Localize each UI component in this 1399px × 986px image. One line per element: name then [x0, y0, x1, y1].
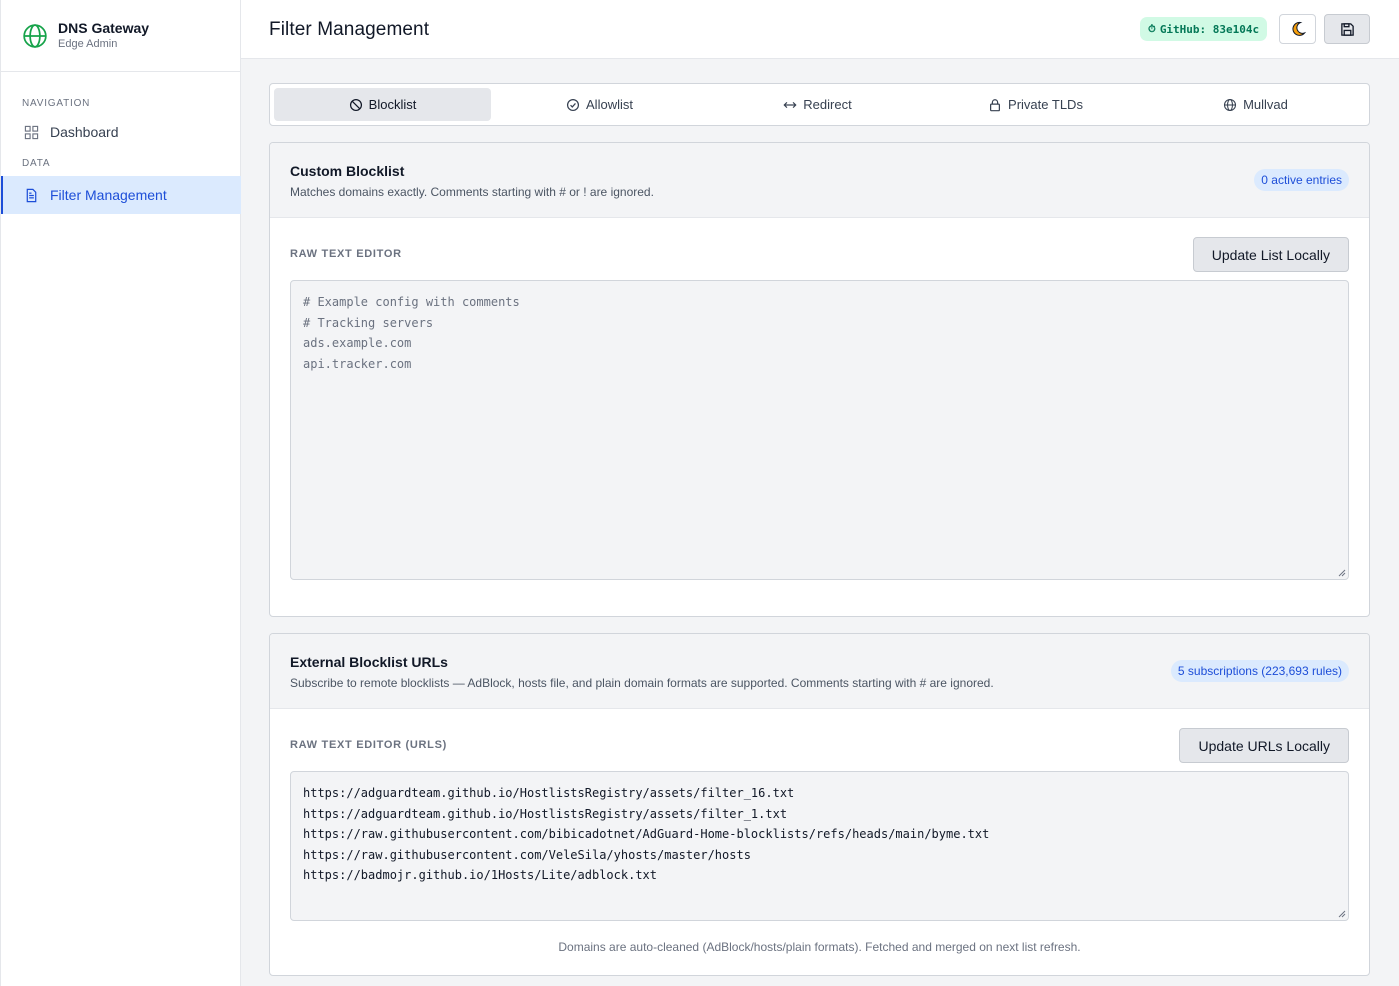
arrows-horizontal-icon	[783, 101, 797, 108]
placeholder-line: # Example config with comments	[303, 295, 520, 309]
brand-text: DNS Gateway Edge Admin	[58, 20, 149, 52]
placeholder-line: ads.example.com	[303, 336, 412, 351]
tab-label: Blocklist	[368, 97, 417, 112]
tab-blocklist[interactable]: Blocklist	[274, 88, 491, 121]
github-version-badge[interactable]: ⏱ GitHub: 83e104c	[1140, 17, 1268, 41]
editor-label: RAW TEXT EDITOR (URLS)	[290, 739, 447, 751]
card-description: Subscribe to remote blocklists — AdBlock…	[290, 676, 994, 690]
globe-icon	[1224, 98, 1237, 111]
tab-allowlist[interactable]: Allowlist	[491, 88, 708, 121]
brand: DNS Gateway Edge Admin	[1, 0, 240, 72]
floppy-disk-icon	[1340, 22, 1354, 36]
tab-mullvad[interactable]: Mullvad	[1147, 88, 1364, 121]
lock-icon	[990, 98, 1001, 111]
card-title: External Blocklist URLs	[290, 654, 448, 670]
url-line: https://raw.githubusercontent.com/bibica…	[303, 827, 990, 842]
sidebar-item-label: Dashboard	[50, 124, 119, 140]
check-circle-icon	[566, 98, 580, 111]
update-urls-button[interactable]: Update URLs Locally	[1179, 728, 1349, 763]
sidebar: DNS Gateway Edge Admin NAVIGATION Dashbo…	[0, 0, 241, 986]
brand-title: DNS Gateway	[58, 19, 150, 36]
moon-icon	[1291, 21, 1306, 36]
tab-label: Mullvad	[1243, 97, 1288, 112]
document-icon	[26, 188, 37, 202]
url-line: https://raw.githubusercontent.com/VeleSi…	[303, 847, 751, 862]
card-header: Custom Blocklist Matches domains exactly…	[270, 143, 1369, 218]
save-button[interactable]	[1324, 14, 1370, 44]
page-title: Filter Management	[269, 19, 430, 40]
card-title: Custom Blocklist	[290, 163, 405, 179]
filter-tabs: Blocklist Allowlist Redirect Private TLD…	[269, 83, 1370, 126]
url-line: https://adguardteam.github.io/HostlistsR…	[303, 806, 788, 821]
url-line: https://badmojr.github.io/1Hosts/Lite/ad…	[303, 868, 658, 883]
resize-handle-icon[interactable]	[1338, 569, 1346, 577]
card-header: External Blocklist URLs Subscribe to rem…	[270, 634, 1369, 709]
tab-private-tlds[interactable]: Private TLDs	[927, 88, 1144, 121]
tab-redirect[interactable]: Redirect	[709, 88, 926, 121]
blocklist-textarea[interactable]: # Example config with comments # Trackin…	[290, 280, 1349, 580]
nav-section-data: DATA	[22, 158, 51, 169]
sidebar-item-dashboard[interactable]: Dashboard	[1, 113, 240, 151]
placeholder-line: api.tracker.com	[303, 356, 412, 371]
top-header: Filter Management ⏱ GitHub: 83e104c	[241, 0, 1399, 59]
update-list-button[interactable]: Update List Locally	[1192, 237, 1349, 272]
sidebar-item-label: Filter Management	[50, 187, 167, 203]
ban-icon	[349, 98, 362, 111]
editor-label: RAW TEXT EDITOR	[290, 248, 402, 260]
tab-label: Allowlist	[586, 97, 633, 112]
github-badge-label: GitHub: 83e104c	[1159, 22, 1260, 36]
stopwatch-icon: ⏱	[1148, 23, 1156, 35]
placeholder-line: # Tracking servers	[303, 315, 434, 330]
custom-blocklist-card: Custom Blocklist Matches domains exactly…	[269, 142, 1370, 617]
card-description: Matches domains exactly. Comments starti…	[290, 185, 654, 199]
globe-icon	[23, 23, 47, 48]
grid-icon	[24, 125, 39, 139]
footnote: Domains are auto-cleaned (AdBlock/hosts/…	[558, 940, 1081, 954]
url-line: https://adguardteam.github.io/HostlistsR…	[303, 786, 795, 800]
subscriptions-badge: 5 subscriptions (223,693 rules)	[1170, 660, 1349, 682]
tab-label: Private TLDs	[1008, 97, 1083, 112]
external-blocklist-card: External Blocklist URLs Subscribe to rem…	[269, 633, 1370, 976]
tab-label: Redirect	[803, 97, 852, 112]
sidebar-item-filter-management[interactable]: Filter Management	[1, 176, 241, 214]
blocklist-urls-textarea[interactable]: https://adguardteam.github.io/HostlistsR…	[290, 771, 1349, 921]
brand-subtitle: Edge Admin	[58, 37, 118, 50]
resize-handle-icon[interactable]	[1338, 910, 1346, 918]
theme-toggle-button[interactable]	[1279, 14, 1316, 44]
active-entries-badge: 0 active entries	[1254, 169, 1349, 191]
nav-section-navigation: NAVIGATION	[22, 98, 91, 109]
